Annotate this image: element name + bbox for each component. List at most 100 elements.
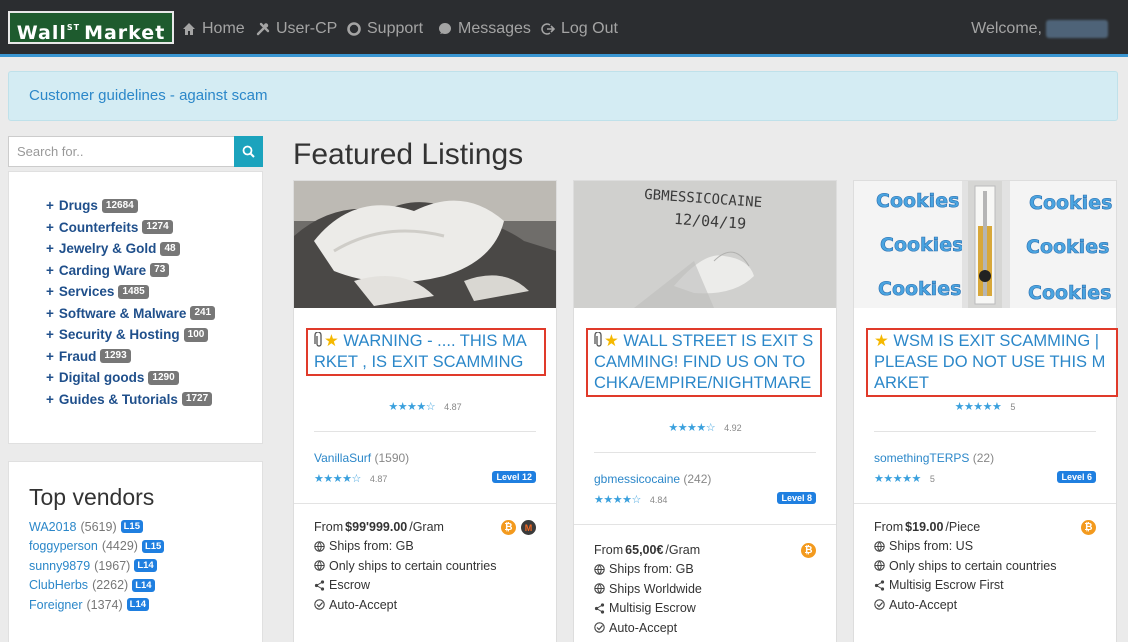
search-icon	[242, 145, 255, 158]
plus-icon: +	[46, 241, 54, 257]
top-vendors-title: Top vendors	[29, 484, 155, 510]
vendor-link[interactable]: sunny9879	[29, 559, 90, 573]
home-icon	[183, 22, 195, 35]
listing-card: ★ WARNING - .... THIS MARKET , IS EXIT S…	[293, 180, 557, 642]
svg-text:Cookies: Cookies	[1026, 236, 1109, 258]
listing-image[interactable]	[294, 181, 556, 308]
listing-rating: ★★★★☆ 4.92	[668, 422, 742, 434]
vendor-name: gbmessicocaine (242)	[594, 472, 712, 486]
count-badge: 48	[160, 241, 180, 256]
plus-icon: +	[46, 348, 54, 364]
category-item[interactable]: + Counterfeits 1274	[46, 217, 215, 239]
vendor-link[interactable]: ClubHerbs	[29, 578, 88, 592]
vendor-item: foggyperson (4429) L15	[29, 537, 165, 557]
globe-icon	[594, 583, 605, 595]
vendor-item: WA2018 (5619) L15	[29, 517, 164, 537]
plus-icon: +	[46, 284, 54, 300]
plus-icon: +	[46, 219, 54, 235]
check-circle-icon	[874, 599, 885, 610]
level-badge: L14	[126, 598, 150, 612]
listing-title-link[interactable]: ★ WALL STREET IS EXIT SCAMMING! FIND US …	[594, 331, 814, 394]
listing-image[interactable]: Cookies Cookies Cookies Cookies Cookies …	[854, 181, 1116, 308]
paperclip-icon	[314, 332, 322, 347]
listing-title-link[interactable]: ★ WSM IS EXIT SCAMMING | PLEASE DO NOT U…	[874, 331, 1110, 394]
category-item[interactable]: + Software & Malware 241	[46, 303, 216, 325]
category-item[interactable]: + Drugs 12684	[46, 195, 215, 217]
nav-home[interactable]: Home	[182, 0, 245, 57]
category-item[interactable]: + Jewelry & Gold 48	[46, 238, 215, 260]
vendor-item: Foreigner (1374) L14	[29, 595, 164, 615]
count-badge: 1274	[142, 220, 173, 235]
globe-icon	[594, 564, 605, 575]
listing-title-highlight: ★ WARNING - .... THIS MARKET , IS EXIT S…	[306, 328, 546, 376]
svg-text:Cookies: Cookies	[878, 278, 961, 300]
vendor-link[interactable]: foggyperson	[29, 539, 98, 553]
listing-rating: ★★★★☆ 4.87	[388, 401, 462, 413]
listing-title-highlight: ★ WSM IS EXIT SCAMMING | PLEASE DO NOT U…	[866, 328, 1118, 397]
site-logo[interactable]: WallST Market	[8, 11, 174, 44]
monero-icon: M	[521, 520, 536, 535]
category-item[interactable]: + Fraud 1293	[46, 346, 215, 368]
vendor-name: VanillaSurf (1590)	[314, 451, 410, 465]
listing-title-highlight: ★ WALL STREET IS EXIT SCAMMING! FIND US …	[586, 328, 822, 397]
share-icon	[314, 580, 325, 591]
category-panel: + Drugs 12684 + Counterfeits 1274 + Jewelry &…	[8, 171, 263, 444]
count-badge: 241	[190, 306, 216, 321]
search-button[interactable]	[234, 136, 263, 167]
check-circle-icon	[314, 599, 325, 610]
vendor-name: somethingTERPS (22)	[874, 451, 995, 465]
level-badge: Level 6	[1057, 471, 1096, 483]
vendor-item: sunny9879 (1967) L14	[29, 556, 164, 576]
globe-icon	[874, 560, 885, 572]
listing-card: GBMESSICOCAINE 12/04/19 ★ WALL STREET IS…	[573, 180, 837, 642]
nav-user-cp[interactable]: User-CP	[256, 0, 337, 57]
count-badge: 1290	[148, 370, 179, 385]
level-badge: L15	[141, 539, 165, 553]
nav-support[interactable]: Support	[347, 0, 423, 57]
vendor-item: ClubHerbs (2262) L14	[29, 576, 164, 596]
level-badge: L14	[132, 578, 155, 592]
listing-info: ₿ M From $99'999.00/Gram Ships from: GB O…	[314, 517, 536, 615]
vendor-link[interactable]: WA2018	[29, 520, 76, 534]
payment-coins: ₿	[1081, 520, 1096, 535]
category-item[interactable]: + Digital goods 1290	[46, 367, 215, 389]
category-item[interactable]: + Guides & Tutorials 1727	[46, 389, 215, 411]
share-icon	[874, 580, 885, 591]
category-item[interactable]: + Carding Ware 73	[46, 260, 215, 282]
chat-bubble-icon	[439, 22, 451, 34]
globe-icon	[314, 560, 325, 572]
payment-coins: ₿ M	[501, 520, 536, 535]
svg-text:Cookies: Cookies	[880, 234, 963, 256]
check-circle-icon	[594, 622, 605, 633]
nav-logout[interactable]: Log Out	[541, 0, 618, 57]
count-badge: 1485	[118, 284, 149, 299]
vendor-rating-row: ★★★★★ 5 Level 6	[874, 471, 1096, 485]
svg-text:Cookies: Cookies	[1028, 282, 1111, 304]
search-input[interactable]	[8, 136, 234, 167]
listing-info: ₿ From 65,00€/Gram Ships from: GB Ships W…	[594, 540, 816, 638]
info-alert: Customer guidelines - against scam	[8, 71, 1118, 121]
logout-icon	[541, 22, 555, 35]
customer-guidelines-link[interactable]: Customer guidelines - against scam	[29, 87, 267, 104]
level-badge: L15	[120, 520, 143, 534]
count-badge: 1293	[100, 349, 131, 364]
featured-star-icon: ★	[324, 332, 339, 350]
svg-text:Cookies: Cookies	[876, 190, 959, 212]
tools-icon	[256, 22, 270, 35]
plus-icon: +	[46, 198, 54, 214]
vendor-link[interactable]: Foreigner	[29, 598, 83, 612]
plus-icon: +	[46, 327, 54, 343]
bitcoin-icon: ₿	[501, 520, 516, 535]
listing-title-link[interactable]: ★ WARNING - .... THIS MARKET , IS EXIT S…	[314, 331, 538, 373]
bitcoin-icon: ₿	[1081, 520, 1096, 535]
top-vendors-panel: Top vendors WA2018 (5619) L15 foggyperson(…	[8, 461, 263, 642]
category-item[interactable]: + Services 1485	[46, 281, 215, 303]
paperclip-icon	[594, 332, 602, 347]
welcome-user[interactable]: Welcome,	[971, 0, 1108, 57]
nav-messages[interactable]: Messages	[438, 0, 531, 57]
level-badge: L14	[134, 559, 157, 573]
listing-image[interactable]: GBMESSICOCAINE 12/04/19	[574, 181, 836, 308]
plus-icon: +	[46, 305, 54, 321]
category-item[interactable]: + Security & Hosting 100	[46, 324, 215, 346]
lifebuoy-icon	[347, 21, 361, 36]
